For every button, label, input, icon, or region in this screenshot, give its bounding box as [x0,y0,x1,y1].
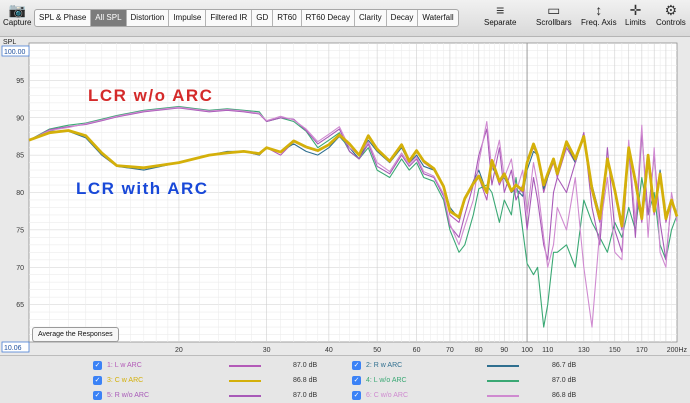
series-name: 6: C w/o ARC [366,392,409,399]
series-value: 86.8 dB [293,377,318,384]
series-name: 2: R w ARC [366,362,403,369]
y-tick-label: 70 [16,265,24,272]
y-tick-label: 75 [16,227,24,234]
x-tick-label: 110 [542,347,553,354]
scrollbars-button[interactable]: ▭ Scrollbars [536,2,572,27]
tab-waterfall[interactable]: Waterfall [418,10,457,26]
x-tick-label: 170 [636,347,648,354]
series-value: 86.7 dB [552,362,577,369]
separate-button[interactable]: ≡ Separate [484,2,516,27]
y-tick-label: 95 [16,78,24,85]
series-checkbox[interactable]: ✓ [93,376,102,385]
series-checkbox[interactable]: ✓ [352,376,361,385]
controls-button[interactable]: ⚙ Controls [656,2,686,27]
y-tick-label: 85 [16,153,24,160]
average-responses-button[interactable]: Average the Responses [32,327,119,342]
series-swatch [229,395,261,397]
series-checkbox[interactable]: ✓ [93,391,102,400]
tab-gd[interactable]: GD [252,10,274,26]
separate-label: Separate [484,18,517,27]
legend-row: ✓ 5: R w/o ARC 87.0 dB [93,389,333,403]
series-value: 87.0 dB [552,377,577,384]
tab-rt60-decay[interactable]: RT60 Decay [302,10,355,26]
x-tick-label: 20 [175,347,183,354]
series-swatch [487,395,519,397]
x-tick-label: 130 [578,347,590,354]
annotation-with-arc: LCR with ARC [76,179,209,198]
scrollbars-label: Scrollbars [536,18,572,27]
series-swatch [487,380,519,382]
legend-row: ✓ 3: C w ARC 86.8 dB [93,374,333,388]
legend-row: ✓ 2: R w ARC 86.7 dB [352,359,592,373]
capture-label: Capture [3,18,32,27]
graph-tabs: SPL & Phase All SPL Distortion Impulse Filte… [34,9,459,27]
y-unit-label: SPL [3,39,16,46]
legend-row: ✓ 6: C w/o ARC 86.8 dB [352,389,592,403]
series-checkbox[interactable]: ✓ [352,391,361,400]
legend-panel: ✓ 1: L w ARC 87.0 dB ✓ 2: R w ARC 86.7 dB ✓ 3: … [0,355,690,403]
series-swatch [229,365,261,367]
separate-icon: ≡ [496,2,505,18]
camera-icon: 📷 [8,2,26,18]
tab-all-spl[interactable]: All SPL [91,10,127,26]
series-name: 3: C w ARC [107,377,144,384]
scrollbars-icon: ▭ [547,2,561,18]
y-top-limit-value: 100.00 [4,49,26,56]
series-name: 5: R w/o ARC [107,392,150,399]
series-checkbox[interactable]: ✓ [93,361,102,370]
x-tick-label: 150 [609,347,621,354]
limits-icon: ✛ [629,2,642,18]
toolbar: 📷 Capture SPL & Phase All SPL Distortion Im… [0,0,690,37]
x-tick-label: 80 [475,347,483,354]
x-tick-label: 60 [413,347,421,354]
series-value: 87.0 dB [293,362,318,369]
freq-axis-label: Freq. Axis [581,18,617,27]
tab-decay[interactable]: Decay [387,10,419,26]
y-tick-label: 80 [16,190,24,197]
tab-distortion[interactable]: Distortion [127,10,170,26]
capture-button[interactable]: 📷 Capture [3,2,31,27]
series-checkbox[interactable]: ✓ [352,361,361,370]
series-value: 86.8 dB [552,392,577,399]
freq-axis-icon: ↕ [595,2,603,18]
series-swatch [487,365,519,367]
freq-axis-button[interactable]: ↕ Freq. Axis [581,2,617,27]
limits-button[interactable]: ✛ Limits [625,2,646,27]
x-tick-label: 30 [263,347,271,354]
x-tick-label: 90 [500,347,508,354]
annotation-without-arc: LCR w/o ARC [88,86,213,105]
x-tick-label: 100 [521,347,533,354]
series-value: 87.0 dB [293,392,318,399]
y-tick-label: 90 [16,115,24,122]
tab-clarity[interactable]: Clarity [355,10,387,26]
y-tick-label: 65 [16,302,24,309]
limits-label: Limits [625,18,646,27]
tab-filtered-ir[interactable]: Filtered IR [206,10,253,26]
series-name: 4: L w/o ARC [366,377,407,384]
series-name: 1: L w ARC [107,362,142,369]
x-tick-label: 40 [325,347,333,354]
legend-row: ✓ 4: L w/o ARC 87.0 dB [352,374,592,388]
tab-rt60[interactable]: RT60 [273,10,302,26]
tab-impulse[interactable]: Impulse [169,10,207,26]
x-tick-label: 200Hz [667,347,688,354]
gear-icon: ⚙ [664,2,678,18]
legend-row: ✓ 1: L w ARC 87.0 dB [93,359,333,373]
x-tick-label: 70 [446,347,454,354]
y-bottom-limit-value: 10.06 [4,345,22,352]
x-tick-label: 50 [373,347,381,354]
tab-spl-phase[interactable]: SPL & Phase [35,10,92,26]
series-swatch [229,380,261,382]
controls-label: Controls [656,18,686,27]
spl-plot[interactable]: 65 70 75 80 85 90 95 20 30 40 50 60 70 80 90 100 110 130 1… [0,36,690,355]
